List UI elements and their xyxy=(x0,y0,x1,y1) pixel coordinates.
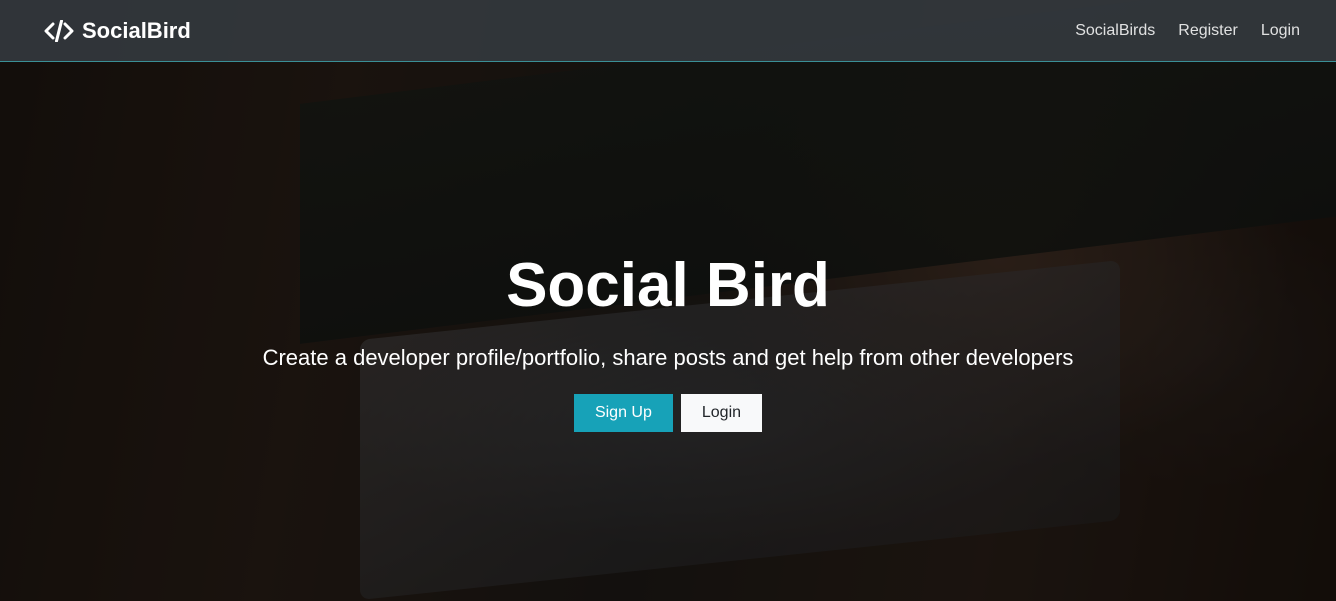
nav-link-register[interactable]: Register xyxy=(1178,22,1238,40)
nav-links: SocialBirds Register Login xyxy=(1075,22,1300,40)
brand-link[interactable]: SocialBird xyxy=(44,18,191,44)
brand-name: SocialBird xyxy=(82,17,191,43)
hero-lead: Create a developer profile/portfolio, sh… xyxy=(262,345,1074,370)
nav-link-login[interactable]: Login xyxy=(1261,22,1300,40)
navbar: SocialBird SocialBirds Register Login xyxy=(0,0,1336,62)
hero-buttons: Sign Up Login xyxy=(0,394,1336,432)
hero-title: Social Bird xyxy=(506,251,830,320)
nav-link-socialbirds[interactable]: SocialBirds xyxy=(1075,22,1155,40)
landing-hero: Social Bird Create a developer profile/p… xyxy=(0,62,1336,601)
login-button[interactable]: Login xyxy=(680,394,763,432)
signup-button[interactable]: Sign Up xyxy=(573,394,673,432)
code-icon xyxy=(44,19,74,43)
